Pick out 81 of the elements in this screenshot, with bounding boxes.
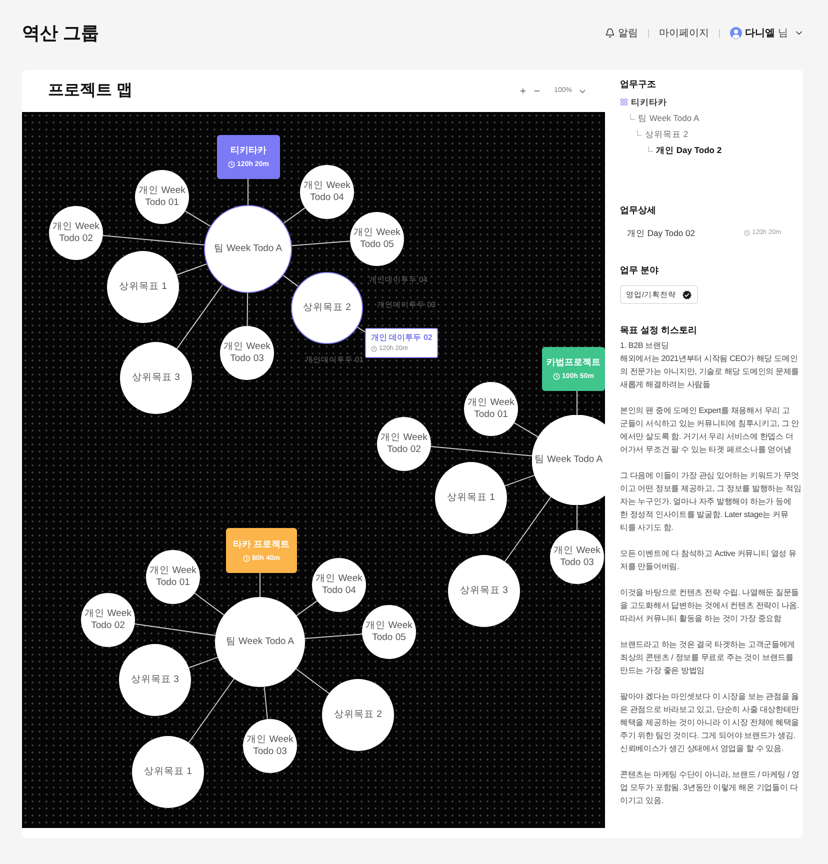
history-paragraph: 브랜드라고 하는 것은 결국 타겟하는 고객군들에게 최상의 콘텐츠 / 정보를 무료로 주는 것이 브랜드를 만드는 가장 좋은 방법임 (620, 639, 795, 677)
grid-icon (620, 98, 628, 106)
goal-node[interactable]: 상위목표 2 (322, 679, 394, 751)
connector-line (576, 504, 578, 530)
tree-item[interactable]: 티키타카 (620, 96, 667, 108)
todo-node[interactable]: 개인 Week Todo 02 (81, 593, 135, 647)
todo-node[interactable]: 개인 Week Todo 03 (243, 719, 297, 773)
section-heading: 업무 분야 (620, 264, 660, 277)
connector-line (283, 207, 306, 224)
history-paragraph: 본인의 팬 중에 도메인 Expert를 채용해서 우리 고 군들이 서식하고 있는 커뮤니티에 침투시키고, 그 안 에서만 살도록 함. 거기서 우리 서비스에 한뎁스 더 어가서 무조건 팔 수 있는 타겟 페르소나를 얻어냄 (620, 405, 800, 456)
goal-node[interactable]: 상위목표 3 (448, 555, 520, 627)
tree-connector-icon (630, 114, 635, 120)
verified-badge-icon (682, 290, 692, 300)
project-name: 카법프로젝트 (546, 357, 600, 368)
connector-line (296, 668, 330, 694)
day-todo-title: 개인 데이투두 02 (371, 333, 432, 343)
tree-item[interactable]: 개인 Day Todo 2 (648, 144, 722, 156)
todo-node[interactable]: 개인 Week Todo 01 (464, 382, 518, 436)
history-paragraph: 이것을 바탕으로 컨텐츠 전략 수립. 나열해둔 질문들 을 고도화해서 답변하는 것에서 컨텐츠 전략이 나옴. 따라서 커뮤니티 활동을 하는 것이 가장 중요함 (620, 587, 800, 625)
task-title: 개인 Day Todo 02 (627, 226, 695, 240)
connector-line (246, 292, 248, 326)
goal-node[interactable]: 상위목표 1 (107, 251, 179, 323)
page-title: 역산 그룹 (22, 22, 100, 44)
project-name: 타카 프로젝트 (233, 538, 290, 550)
connector-line (576, 390, 578, 416)
todo-node[interactable]: 개인 Week Todo 04 (312, 558, 366, 612)
section-heading: 목표 설정 히스토리 (620, 324, 698, 337)
clock-icon (371, 346, 377, 352)
connector-line (188, 678, 234, 744)
connector-line (356, 326, 366, 332)
tree-item[interactable]: 팀 Week Todo A (630, 112, 700, 124)
tree-item[interactable]: 상위목표 2 (637, 128, 688, 140)
connector-line (194, 592, 224, 616)
history-paragraph: 팔아야 겠다는 마인셋보다 이 시장을 보는 관점을 옳 은 관점으로 바라보고 있고, 단순히 사줄 대상한테만 혜택을 제공하는 것이 아니라 이 시장 전체에 혜택을 주기 위한 팀인 것이다. 그게 되어야 브랜드가 생김. 신뢰베이스가 생긴 상태에서 영업을 할 수 있음. (620, 691, 800, 755)
tree-connector-icon (648, 146, 653, 152)
mypage-link[interactable]: 마이페이지 (659, 26, 709, 40)
todo-node[interactable]: 개인 Week Todo 02 (49, 206, 103, 260)
user-menu-button[interactable]: 다니엘 님 (730, 26, 804, 40)
connector-line (264, 686, 268, 720)
project-name: 티키타카 (230, 145, 266, 156)
history-paragraph: 1. B2B 브랜딩 해외에서는 2021년부터 시작됨 CEO가 해당 도메인 의 전문가는 아니지만, 기술로 해당 도메인의 문제를 새롭게 해결하려는 사람들 (620, 340, 800, 391)
todo-node[interactable]: 개인 Week Todo 05 (350, 212, 404, 266)
section-heading: 업무상세 (620, 204, 657, 217)
clock-icon (228, 161, 236, 168)
avatar-icon (730, 27, 742, 39)
team-node[interactable]: 팀 Week Todo A (215, 597, 305, 687)
notification-button[interactable]: 알림 (605, 26, 638, 40)
goal-node[interactable]: 상위목표 3 (119, 644, 191, 716)
section-heading: 업무구조 (620, 78, 657, 91)
clock-icon (553, 373, 560, 380)
history-paragraph: 모든 이벤트에 다 참석하고 Active 커뮤니티 열성 유 저를 만들어버림. (620, 548, 796, 573)
plus-icon (519, 87, 528, 95)
todo-node[interactable]: 개인 Week Todo 03 (550, 530, 604, 584)
connector-line (291, 240, 351, 246)
bell-icon (605, 28, 615, 38)
connector-line (282, 274, 299, 287)
todo-node[interactable]: 개인 Week Todo 04 (300, 165, 354, 219)
clock-icon (744, 230, 750, 236)
todo-node[interactable]: 개인 Week Todo 02 (377, 417, 431, 471)
connector-line (176, 263, 208, 276)
history-paragraph: 콘텐츠는 마케팅 수단이 아니라, 브랜드 / 마케팅 / 영 업 모두가 포함됨. 3년동안 이렇게 해온 기업들이 다 이기고 있음. (620, 769, 800, 807)
connector-line (184, 210, 211, 227)
connector-line (296, 600, 318, 616)
team-node[interactable]: 팀 Week Todo A (532, 415, 605, 505)
zoom-in-button[interactable] (518, 86, 528, 96)
connector-line (188, 656, 218, 668)
map-title: 프로젝트 맵 (48, 81, 132, 101)
todo-node[interactable]: 개인 Week Todo 03 (220, 326, 274, 380)
goal-node[interactable]: 상위목표 1 (132, 736, 204, 808)
connector-line (304, 634, 363, 640)
goal-node[interactable]: 상위목표 1 (435, 462, 507, 534)
tree-connector-icon (637, 130, 642, 136)
goal-node[interactable]: 상위목표 2 (291, 272, 363, 344)
todo-node[interactable]: 개인 Week Todo 01 (135, 170, 189, 224)
todo-node[interactable]: 개인 Week Todo 01 (146, 550, 200, 604)
team-node[interactable]: 팀 Week Todo A (204, 205, 292, 293)
clock-icon (242, 554, 250, 562)
connector-line (176, 284, 223, 350)
history-paragraph: 그 다음에 이들이 가장 관심 있어하는 키워드가 무엇 이고 어떤 정보를 제공하고, 그 정보를 발행하는 적임 자는 누구인가. 얼마나 자주 발행해야 하는가 등에 한 정성적 인사이트를 발굴함. Later stage는 커뮤 티를 사기도 함. (620, 470, 802, 534)
goal-node[interactable]: 상위목표 3 (120, 342, 192, 414)
todo-node[interactable]: 개인 Week Todo 05 (362, 605, 416, 659)
